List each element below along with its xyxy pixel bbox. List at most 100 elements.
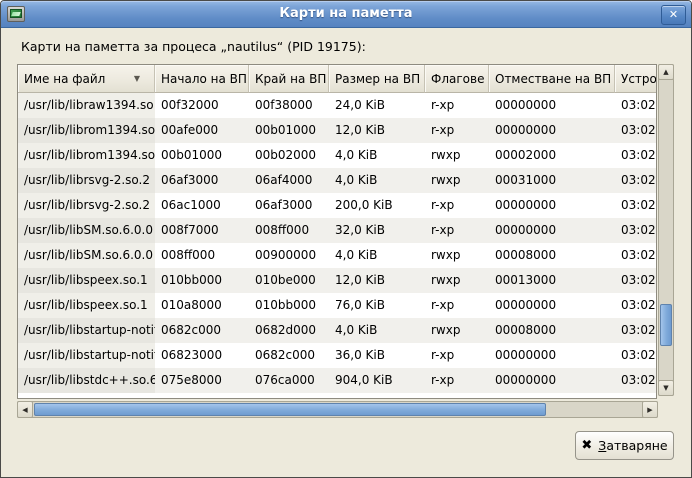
table-row[interactable]: /usr/lib/librsvg-2.so.206af300006af40004… — [18, 168, 656, 193]
table-row[interactable]: /usr/lib/libspeex.so.1010bb000010be00012… — [18, 268, 656, 293]
cell-vm_start: 00f32000 — [155, 93, 249, 118]
cell-flags: r-xp — [425, 368, 489, 393]
scroll-left-button[interactable]: ◀ — [17, 401, 33, 418]
cell-vm_offset: 00013000 — [489, 268, 615, 293]
table-row[interactable]: /usr/lib/libstartup-notification06823000… — [18, 343, 656, 368]
cell-vm_offset: 00000000 — [489, 343, 615, 368]
column-header-3[interactable]: Край на ВП — [249, 65, 329, 93]
cell-vm_start: 008f7000 — [155, 218, 249, 243]
cell-vm_end: 010be000 — [249, 268, 329, 293]
cell-vm_end: 008ff000 — [249, 218, 329, 243]
cell-vm_offset: 00000000 — [489, 193, 615, 218]
cell-filename: /usr/lib/librom1394.so — [18, 118, 155, 143]
memory-maps-dialog: Карти на паметта ✕ Карти на паметта за п… — [0, 0, 692, 478]
cell-vm_size: 4,0 KiB — [329, 168, 425, 193]
table-row[interactable]: /usr/lib/libSM.so.6.0.0008ff000009000004… — [18, 243, 656, 268]
cell-vm_start: 010a8000 — [155, 293, 249, 318]
cell-vm_end: 00900000 — [249, 243, 329, 268]
column-header-7[interactable]: Устройство — [615, 65, 657, 93]
column-header-label: Размер на ВП — [335, 72, 420, 86]
cell-vm_offset: 00008000 — [489, 318, 615, 343]
system-monitor-icon — [7, 6, 25, 22]
horizontal-scrollbar[interactable]: ◀ ▶ — [17, 401, 658, 418]
column-header-label: Начало на ВП — [161, 72, 247, 86]
column-header-2[interactable]: Начало на ВП — [155, 65, 249, 93]
cell-vm_start: 010bb000 — [155, 268, 249, 293]
titlebar[interactable]: Карти на паметта ✕ — [1, 1, 691, 28]
table-row[interactable]: /usr/lib/librom1394.so00afe00000b0100012… — [18, 118, 656, 143]
cell-flags: r-xp — [425, 193, 489, 218]
sort-indicator-icon: ▼ — [134, 74, 140, 83]
cell-vm_end: 06af4000 — [249, 168, 329, 193]
table-row[interactable]: /usr/lib/libstdc++.so.6075e8000076ca0009… — [18, 368, 656, 393]
scroll-up-button[interactable]: ▲ — [658, 64, 674, 80]
cell-vm_size: 12,0 KiB — [329, 268, 425, 293]
table-row[interactable]: /usr/lib/librsvg-2.so.206ac100006af30002… — [18, 193, 656, 218]
column-header-1[interactable]: Име на файл ▼ — [18, 65, 155, 93]
column-header-label: Отместване на ВП — [495, 72, 611, 86]
vertical-scrollbar[interactable]: ▲ ▼ — [658, 64, 674, 396]
cell-device: 03:02 — [615, 343, 657, 368]
cell-vm_size: 32,0 KiB — [329, 218, 425, 243]
cell-device: 03:02 — [615, 168, 657, 193]
close-x-icon: ✖ — [581, 438, 592, 453]
column-header-6[interactable]: Отместване на ВП — [489, 65, 615, 93]
column-header-label: Флагове — [431, 72, 484, 86]
table-row[interactable]: /usr/lib/libstartup-notification0682c000… — [18, 318, 656, 343]
cell-vm_offset: 00000000 — [489, 93, 615, 118]
cell-vm_start: 06af3000 — [155, 168, 249, 193]
cell-filename: /usr/lib/libspeex.so.1 — [18, 293, 155, 318]
scroll-down-button[interactable]: ▼ — [658, 380, 674, 396]
cell-vm_size: 904,0 KiB — [329, 368, 425, 393]
column-header-label: Име на файл — [24, 72, 105, 86]
cell-filename: /usr/lib/libstdc++.so.6 — [18, 368, 155, 393]
cell-vm_end: 00b01000 — [249, 118, 329, 143]
table-row[interactable]: /usr/lib/libraw1394.so00f3200000f3800024… — [18, 93, 656, 118]
column-header-4[interactable]: Размер на ВП — [329, 65, 425, 93]
horizontal-scrollbar-thumb[interactable] — [34, 403, 546, 416]
cell-device: 03:02 — [615, 243, 657, 268]
cell-vm_offset: 00002000 — [489, 143, 615, 168]
cell-vm_offset: 00000000 — [489, 368, 615, 393]
down-arrow-icon: ▼ — [663, 384, 668, 392]
vertical-scrollbar-thumb[interactable] — [660, 304, 672, 346]
window-close-button[interactable]: ✕ — [661, 5, 686, 25]
table-row[interactable]: /usr/lib/libspeex.so.1010a8000010bb00076… — [18, 293, 656, 318]
dialog-description: Карти на паметта за процеса „nautilus“ (… — [21, 39, 366, 54]
cell-filename: /usr/lib/libstartup-notification — [18, 318, 155, 343]
cell-vm_start: 0682c000 — [155, 318, 249, 343]
cell-device: 03:02 — [615, 193, 657, 218]
cell-device: 03:02 — [615, 143, 657, 168]
table-body: /usr/lib/libraw1394.so00f3200000f3800024… — [18, 93, 656, 393]
cell-device: 03:02 — [615, 318, 657, 343]
cell-filename: /usr/lib/libSM.so.6.0.0 — [18, 243, 155, 268]
cell-filename: /usr/lib/librsvg-2.so.2 — [18, 168, 155, 193]
close-dialog-button[interactable]: ✖ Затваряне — [575, 431, 674, 460]
cell-flags: rwxp — [425, 243, 489, 268]
cell-vm_end: 00b02000 — [249, 143, 329, 168]
cell-vm_start: 06ac1000 — [155, 193, 249, 218]
cell-device: 03:02 — [615, 368, 657, 393]
close-dialog-label: Затваряне — [598, 438, 667, 453]
left-arrow-icon: ◀ — [22, 406, 27, 414]
cell-filename: /usr/lib/libspeex.so.1 — [18, 268, 155, 293]
cell-flags: r-xp — [425, 343, 489, 368]
cell-filename: /usr/lib/librom1394.so — [18, 143, 155, 168]
cell-vm_size: 24,0 KiB — [329, 93, 425, 118]
cell-vm_offset: 00000000 — [489, 118, 615, 143]
cell-filename: /usr/lib/libstartup-notification — [18, 343, 155, 368]
cell-vm_size: 4,0 KiB — [329, 318, 425, 343]
column-header-5[interactable]: Флагове — [425, 65, 489, 93]
cell-filename: /usr/lib/librsvg-2.so.2 — [18, 193, 155, 218]
cell-vm_start: 008ff000 — [155, 243, 249, 268]
right-arrow-icon: ▶ — [647, 406, 652, 414]
cell-vm_offset: 00000000 — [489, 218, 615, 243]
cell-vm_size: 36,0 KiB — [329, 343, 425, 368]
cell-vm_size: 200,0 KiB — [329, 193, 425, 218]
cell-vm_end: 00f38000 — [249, 93, 329, 118]
cell-vm_start: 06823000 — [155, 343, 249, 368]
scroll-right-button[interactable]: ▶ — [642, 401, 658, 418]
table-row[interactable]: /usr/lib/libSM.so.6.0.0008f7000008ff0003… — [18, 218, 656, 243]
table-row[interactable]: /usr/lib/librom1394.so00b0100000b020004,… — [18, 143, 656, 168]
up-arrow-icon: ▲ — [663, 68, 668, 76]
